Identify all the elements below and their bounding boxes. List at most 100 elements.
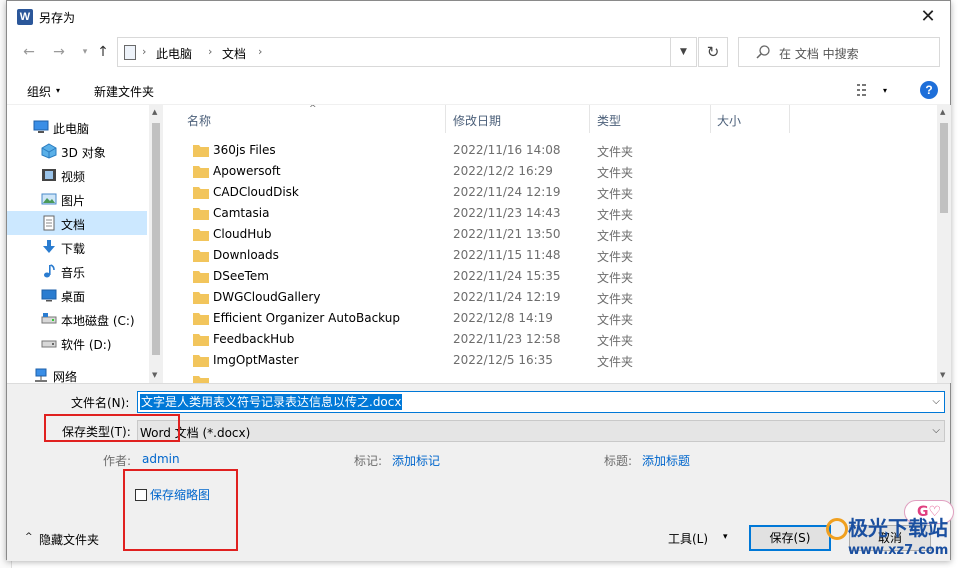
- table-row[interactable]: FeedbackHub 2022/11/23 12:58 文件夹: [165, 329, 935, 350]
- watermark-logo: [826, 518, 848, 540]
- sidebar-item-videos[interactable]: 视频: [7, 163, 147, 187]
- back-button[interactable]: ←: [19, 42, 39, 62]
- sidebar-item-music[interactable]: 音乐: [7, 259, 147, 283]
- title-label: 标题:: [604, 454, 633, 468]
- scroll-down-arrow[interactable]: ▼: [152, 371, 157, 379]
- column-date-header[interactable]: 修改日期: [453, 112, 501, 129]
- view-dropdown-caret[interactable]: ▾: [883, 86, 887, 95]
- chevron-up-icon[interactable]: ^: [25, 532, 33, 542]
- table-row[interactable]: 360js Files 2022/11/16 14:08 文件夹: [165, 140, 935, 161]
- table-row[interactable]: Downloads 2022/11/15 11:48 文件夹: [165, 245, 935, 266]
- table-row[interactable]: CADCloudDisk 2022/11/24 12:19 文件夹: [165, 182, 935, 203]
- forward-button[interactable]: →: [49, 42, 69, 62]
- view-options-icon[interactable]: [857, 83, 875, 97]
- breadcrumb-this-pc[interactable]: 此电脑: [156, 45, 192, 62]
- sidebar-item-software-d[interactable]: 软件 (D:): [7, 331, 147, 355]
- scrollbar-thumb[interactable]: [940, 123, 948, 213]
- network-icon: [35, 368, 47, 382]
- search-input[interactable]: 在 文档 中搜索: [738, 37, 940, 67]
- new-folder-button[interactable]: 新建文件夹: [94, 83, 154, 100]
- chevron-right-icon[interactable]: ›: [208, 45, 212, 58]
- table-row[interactable]: ImgOptMaster 2022/12/5 16:35 文件夹: [165, 350, 935, 371]
- drive-icon: [41, 340, 57, 348]
- table-row[interactable]: CloudHub 2022/11/21 13:50 文件夹: [165, 224, 935, 245]
- file-modified-date: 2022/12/2 16:29: [453, 164, 553, 178]
- folder-icon: [193, 208, 209, 220]
- filename-field[interactable]: 文字是人类用表义符号记录表达信息以传之.docx ⌵: [137, 391, 945, 413]
- column-divider[interactable]: [710, 105, 711, 133]
- table-row[interactable]: DSeeTem 2022/11/24 15:35 文件夹: [165, 266, 935, 287]
- sidebar-item-label: 网络: [53, 370, 78, 383]
- refresh-button[interactable]: ↻: [698, 37, 728, 67]
- column-name-header[interactable]: 名称: [187, 112, 211, 129]
- up-button[interactable]: ↑: [93, 42, 113, 62]
- film-icon: [42, 169, 56, 181]
- sidebar-item-label: 音乐: [61, 266, 86, 280]
- scroll-up-arrow[interactable]: ▲: [940, 108, 945, 116]
- scroll-up-arrow[interactable]: ▲: [152, 108, 157, 116]
- scrollbar-thumb[interactable]: [152, 123, 160, 355]
- chevron-down-icon[interactable]: ⌵: [932, 396, 940, 407]
- sidebar-item-label: 3D 对象: [61, 146, 106, 160]
- scroll-down-arrow[interactable]: ▼: [940, 371, 945, 379]
- close-button[interactable]: ✕: [906, 1, 950, 32]
- navigation-pane-scrollbar[interactable]: ▲ ▼: [149, 105, 163, 383]
- chevron-right-icon[interactable]: ›: [258, 45, 262, 58]
- sidebar-item-desktop[interactable]: 桌面: [7, 283, 147, 307]
- navigation-row: ← → ▾ ↑ › 此电脑 › 文档 › ▼ ↻ 在 文档 中搜索: [7, 35, 950, 69]
- folder-icon: [193, 166, 209, 178]
- column-type-header[interactable]: 类型: [597, 112, 621, 129]
- column-divider[interactable]: [589, 105, 590, 133]
- table-row-partial[interactable]: [165, 371, 935, 383]
- file-list-scrollbar[interactable]: ▲ ▼: [937, 105, 951, 383]
- file-name: Downloads: [213, 248, 279, 262]
- download-icon: [43, 240, 55, 253]
- breadcrumb-documents[interactable]: 文档: [222, 45, 246, 62]
- document-location-icon: [124, 45, 136, 60]
- sidebar-item-3d-objects[interactable]: 3D 对象: [7, 139, 147, 163]
- sidebar-item-documents[interactable]: 文档: [7, 211, 147, 235]
- sidebar-item-label: 此电脑: [53, 122, 90, 136]
- file-type: 文件夹: [597, 313, 634, 327]
- file-modified-date: 2022/11/24 15:35: [453, 269, 561, 283]
- chevron-down-icon[interactable]: ▾: [723, 532, 728, 542]
- add-title-link[interactable]: 添加标题: [642, 452, 690, 469]
- column-divider[interactable]: [789, 105, 790, 133]
- sidebar-item-pictures[interactable]: 图片: [7, 187, 147, 211]
- sidebar-item-network[interactable]: 网络: [7, 363, 147, 383]
- column-size-header[interactable]: 大小: [717, 112, 741, 129]
- chevron-right-icon[interactable]: ›: [142, 45, 146, 58]
- save-button[interactable]: 保存(S): [749, 525, 831, 551]
- sidebar-item-local-disk-c[interactable]: 本地磁盘 (C:): [7, 307, 147, 331]
- folder-icon: [193, 229, 209, 241]
- folder-icon: [193, 187, 209, 199]
- folder-icon: [193, 250, 209, 262]
- chevron-down-icon[interactable]: ⌵: [932, 425, 940, 436]
- search-placeholder: 在 文档 中搜索: [779, 47, 859, 61]
- table-row[interactable]: Apowersoft 2022/12/2 16:29 文件夹: [165, 161, 935, 182]
- add-tags-link[interactable]: 添加标记: [392, 452, 440, 469]
- table-row[interactable]: DWGCloudGallery 2022/11/24 12:19 文件夹: [165, 287, 935, 308]
- author-label: 作者:: [103, 454, 132, 468]
- chevron-down-icon[interactable]: ▾: [56, 86, 60, 95]
- filetype-select[interactable]: Word 文档 (*.docx) ⌵: [137, 420, 945, 442]
- author-value[interactable]: admin: [142, 452, 180, 466]
- table-row[interactable]: Camtasia 2022/11/23 14:43 文件夹: [165, 203, 935, 224]
- column-divider[interactable]: [445, 105, 446, 133]
- sidebar-item-this-pc[interactable]: 此电脑: [7, 115, 147, 139]
- address-dropdown-button[interactable]: ▼: [670, 38, 696, 66]
- folder-icon: [193, 313, 209, 325]
- address-bar[interactable]: › 此电脑 › 文档 › ▼: [117, 37, 697, 67]
- tools-button[interactable]: 工具(L): [668, 530, 708, 547]
- recent-locations-button[interactable]: ▾: [75, 42, 95, 62]
- document-icon: [43, 215, 55, 231]
- hide-folders-button[interactable]: 隐藏文件夹: [39, 531, 99, 548]
- column-header: ^ 名称 修改日期 类型 大小: [165, 105, 951, 133]
- organize-menu[interactable]: 组织: [27, 83, 51, 100]
- sidebar-item-downloads[interactable]: 下载: [7, 235, 147, 259]
- help-icon[interactable]: ?: [920, 81, 938, 99]
- desktop-icon: [41, 289, 57, 302]
- file-type: 文件夹: [597, 145, 634, 159]
- file-modified-date: 2022/11/24 12:19: [453, 290, 561, 304]
- table-row[interactable]: Efficient Organizer AutoBackup 2022/12/8 …: [165, 308, 935, 329]
